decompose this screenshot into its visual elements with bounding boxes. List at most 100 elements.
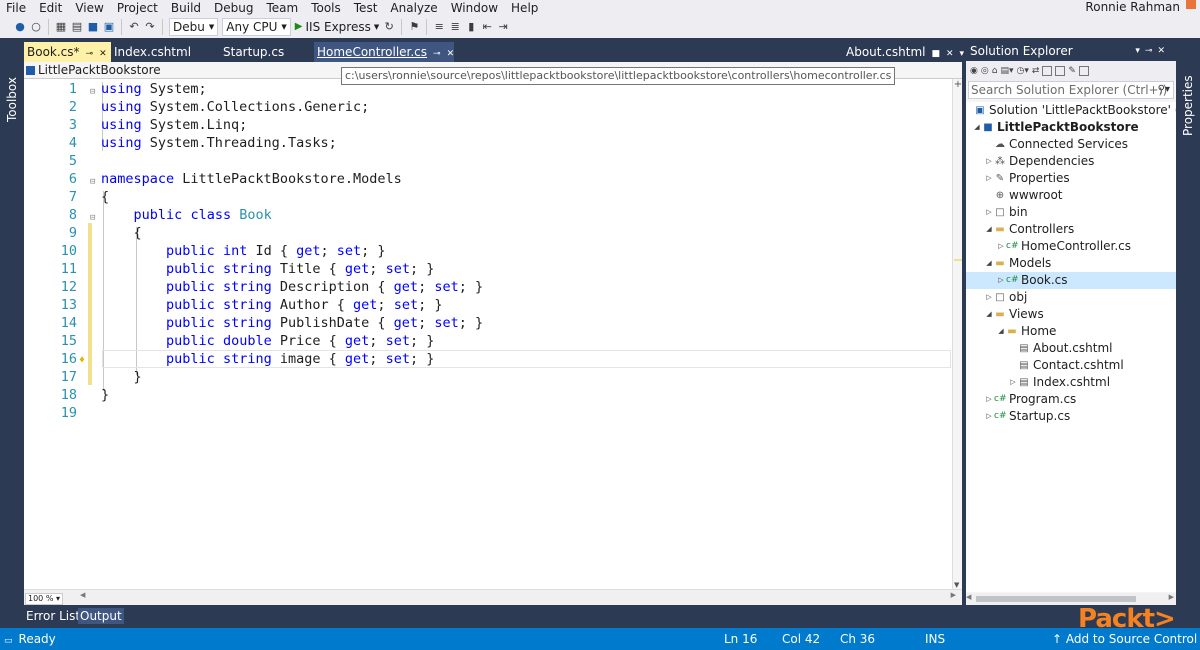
collapsed-icon[interactable]: ▷	[984, 153, 994, 170]
split-window-icon[interactable]: +	[953, 79, 963, 90]
tab-about-cshtml[interactable]: About.cshtml ■ ✕ ▾	[843, 42, 964, 64]
avatar[interactable]	[1186, 0, 1196, 9]
window-position-icon[interactable]: ▾	[1135, 46, 1145, 56]
tab-book-cs[interactable]: Book.cs* ⊸ ✕	[24, 42, 111, 62]
sync-icon[interactable]: ⇄	[1032, 66, 1040, 76]
tree-item-home[interactable]: ◢ ▬ Home	[996, 323, 1056, 340]
collapse-all-icon[interactable]	[1042, 66, 1053, 76]
expanded-icon[interactable]: ◢	[996, 323, 1006, 340]
start-debugging-button[interactable]: ▶ IIS Express ▼	[295, 20, 379, 34]
zoom-level-select[interactable]: 100 % ▾	[25, 593, 63, 605]
preview-icon[interactable]	[1078, 66, 1089, 76]
new-project-icon[interactable]: ▦	[55, 17, 67, 37]
add-to-source-control-button[interactable]: ↑ Add to Source Control ▴	[1052, 628, 1200, 650]
show-all-files-icon[interactable]	[1055, 66, 1066, 76]
collapsed-icon[interactable]: ▷	[984, 408, 994, 425]
expanded-icon[interactable]: ◢	[984, 221, 994, 238]
menu-tools[interactable]: Tools	[305, 1, 348, 15]
bookmark-icon[interactable]: ▮	[465, 17, 477, 37]
editor-horizontal-scrollbar[interactable]: ◀ ▶	[80, 591, 956, 602]
pin-icon[interactable]: ⊸	[433, 44, 441, 64]
properties-tab[interactable]: Properties	[1176, 38, 1200, 628]
refresh-icon[interactable]: ↻	[383, 17, 395, 37]
back-icon[interactable]: ●	[14, 17, 26, 37]
tree-item-project[interactable]: ◢ ■ LittlePacktBookstore	[972, 119, 1138, 136]
properties-icon[interactable]: ✎	[1068, 66, 1076, 76]
project-dropdown[interactable]: LittlePacktBookstore ▼	[26, 62, 358, 78]
tree-item-views[interactable]: ◢ ▬ Views	[984, 306, 1043, 323]
tree-item-properties[interactable]: ▷ ✎ Properties	[984, 170, 1069, 187]
expanded-icon[interactable]: ◢	[984, 255, 994, 272]
tab-index-cshtml[interactable]: Index.cshtml	[111, 42, 217, 62]
menu-test[interactable]: Test	[348, 1, 385, 15]
menu-file[interactable]: File	[0, 1, 33, 15]
close-icon[interactable]: ✕	[447, 44, 455, 64]
scroll-down-icon[interactable]: ▼	[954, 581, 959, 589]
tree-item-homecontroller[interactable]: ▷ c# HomeController.cs	[996, 238, 1131, 255]
menu-view[interactable]: View	[69, 1, 110, 15]
menu-debug[interactable]: Debug	[208, 1, 260, 15]
collapsed-icon[interactable]: ▷	[984, 289, 994, 306]
redo-icon[interactable]: ↷	[144, 17, 156, 37]
back-icon[interactable]: ◉	[970, 66, 978, 76]
tree-item-solution[interactable]: ▣Solution 'LittlePacktBookstore' (1 pr	[974, 102, 1176, 119]
next-bookmark-icon[interactable]: ⇥	[497, 17, 509, 37]
tab-homecontroller-cs[interactable]: HomeController.cs ⊸ ✕	[314, 42, 454, 62]
collapsed-icon[interactable]: ▷	[984, 204, 994, 221]
tree-item-index[interactable]: ▷ ▤ Index.cshtml	[1008, 374, 1110, 391]
toolbox-tab[interactable]: Toolbox	[0, 38, 24, 628]
tree-item-dependencies[interactable]: ▷ ⁂ Dependencies	[984, 153, 1094, 170]
scroll-left-icon[interactable]: ◀	[80, 591, 85, 599]
open-file-icon[interactable]: ▤	[71, 17, 83, 37]
save-icon[interactable]: ■	[87, 17, 99, 37]
solution-explorer-search-input[interactable]: Search Solution Explorer (Ctrl+;) ⚲▾	[968, 81, 1174, 99]
browser-link-icon[interactable]: ⚑	[408, 17, 420, 37]
pin-icon[interactable]: ⊸	[86, 44, 94, 64]
code-editor[interactable]: 1 ⊟ using System; 2 using System.Collection…	[24, 79, 952, 589]
tree-item-startup[interactable]: ▷ c# Startup.cs	[984, 408, 1070, 425]
save-all-icon[interactable]: ▣	[103, 17, 115, 37]
menu-edit[interactable]: Edit	[33, 1, 69, 15]
tree-item-bin[interactable]: ▷ □ bin	[984, 204, 1027, 221]
scroll-right-icon[interactable]: ▶	[951, 591, 956, 599]
tree-item-contact[interactable]: ▤ Contact.cshtml	[1008, 357, 1123, 374]
pin-icon[interactable]: ⊸	[1145, 46, 1158, 56]
pin-icon[interactable]: ■	[931, 44, 940, 64]
editor-vertical-scrollbar[interactable]: + ▼	[952, 79, 962, 589]
home-icon[interactable]: ⌂	[992, 66, 998, 76]
collapsed-icon[interactable]: ▷	[996, 238, 1006, 255]
tab-list-dropdown-icon[interactable]: ▾	[960, 44, 965, 64]
scroll-right-icon[interactable]: ▶	[1169, 593, 1174, 601]
tree-item-wwwroot[interactable]: ⊕ wwwroot	[984, 187, 1063, 204]
solution-platform-select[interactable]: Any CPU ▼	[222, 17, 291, 36]
menu-team[interactable]: Team	[260, 1, 305, 15]
menu-build[interactable]: Build	[165, 1, 208, 15]
scroll-left-icon[interactable]: ◀	[966, 593, 971, 601]
solution-configuration-select[interactable]: Debu ▼	[169, 17, 219, 36]
menu-project[interactable]: Project	[111, 1, 165, 15]
tree-item-obj[interactable]: ▷ □ obj	[984, 289, 1027, 306]
uncomment-icon[interactable]: ≣	[449, 17, 461, 37]
close-icon[interactable]: ✕	[99, 44, 107, 64]
menu-help[interactable]: Help	[505, 1, 545, 15]
tree-item-controllers[interactable]: ◢ ▬ Controllers	[984, 221, 1074, 238]
tab-error-list[interactable]: Error List	[24, 608, 82, 624]
user-name[interactable]: Ronnie Rahman	[1085, 0, 1180, 14]
tree-item-program[interactable]: ▷ c# Program.cs	[984, 391, 1076, 408]
tree-item-models[interactable]: ◢ ▬ Models	[984, 255, 1051, 272]
collapsed-icon[interactable]: ▷	[1008, 374, 1018, 391]
comment-icon[interactable]: ≡	[433, 17, 445, 37]
collapsed-icon[interactable]: ▷	[984, 391, 994, 408]
tree-item-book-cs[interactable]: ▷ c# Book.cs	[966, 272, 1176, 289]
prev-bookmark-icon[interactable]: ⇤	[481, 17, 493, 37]
forward-icon[interactable]: ◎	[981, 66, 989, 76]
expanded-icon[interactable]: ◢	[972, 119, 982, 136]
tree-item-connected-services[interactable]: ☁ Connected Services	[984, 136, 1128, 153]
collapsed-icon[interactable]: ▷	[996, 272, 1006, 289]
tree-item-about[interactable]: ▤ About.cshtml	[1008, 340, 1112, 357]
scrollbar-thumb[interactable]	[976, 596, 1136, 602]
expanded-icon[interactable]: ◢	[984, 306, 994, 323]
undo-icon[interactable]: ↶	[128, 17, 140, 37]
pending-changes-icon[interactable]: ◷▾	[1016, 66, 1028, 76]
switch-views-icon[interactable]: ▤▾	[1000, 66, 1013, 76]
